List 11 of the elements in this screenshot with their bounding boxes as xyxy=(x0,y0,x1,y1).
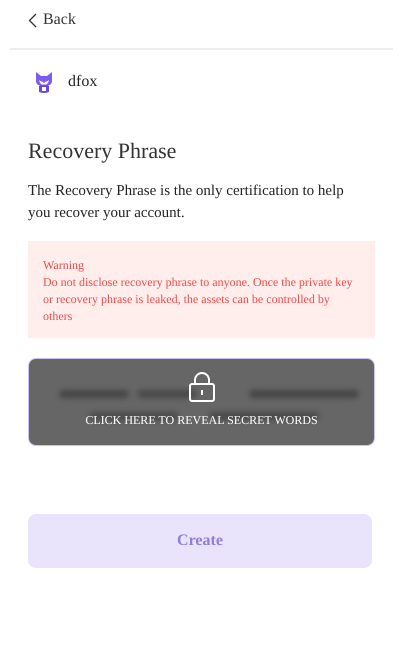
back-button[interactable]: Back xyxy=(28,11,76,29)
reveal-label: CLICK HERE TO REVEAL SECRET WORDS xyxy=(85,412,318,428)
lock-icon xyxy=(188,370,216,402)
account-name: dfox xyxy=(68,73,98,91)
description-text: The Recovery Phrase is the only certification to help you recover your account. xyxy=(28,182,345,223)
reveal-panel[interactable]: CLICK HERE TO REVEAL SECRET WORDS xyxy=(28,358,375,446)
page-title: Recovery Phrase xyxy=(28,138,178,164)
warning-heading: Warning xyxy=(43,257,86,274)
warning-text: Do not disclose recovery phrase to anyone. Once the private key or recovery phrase is leaked, the assets can be controlled by others xyxy=(43,274,354,325)
fox-avatar-icon xyxy=(33,70,55,94)
back-icon xyxy=(28,12,37,28)
